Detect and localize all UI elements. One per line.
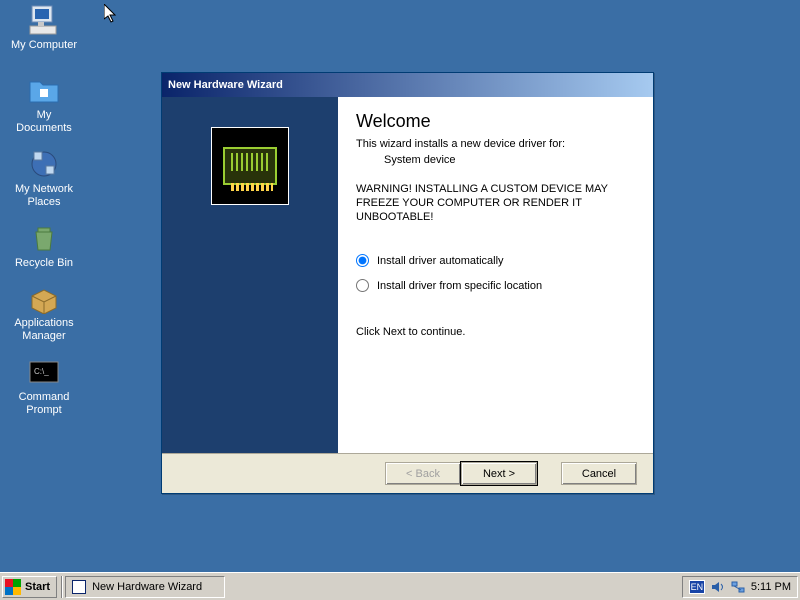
desktop-icon-network-places[interactable]: My Network Places bbox=[8, 148, 80, 209]
language-indicator[interactable]: EN bbox=[689, 580, 705, 594]
desktop: My Computer My Documents My Network Plac… bbox=[0, 0, 800, 572]
back-next-group: < Back Next > bbox=[385, 462, 537, 485]
desktop-icon-command-prompt[interactable]: C:\_ Command Prompt bbox=[8, 356, 80, 417]
continue-text: Click Next to continue. bbox=[356, 326, 629, 338]
wizard-main-panel: Welcome This wizard installs a new devic… bbox=[338, 97, 653, 453]
start-label: Start bbox=[25, 581, 50, 593]
computer-icon bbox=[28, 4, 60, 36]
radio-install-specific[interactable]: Install driver from specific location bbox=[356, 279, 629, 292]
desktop-icon-label: My Network Places bbox=[8, 183, 80, 209]
desktop-icon-my-documents[interactable]: My Documents bbox=[8, 74, 80, 135]
desktop-icon-label: Command Prompt bbox=[8, 391, 80, 417]
system-tray: EN 5:11 PM bbox=[682, 576, 798, 598]
network-icon bbox=[28, 148, 60, 180]
next-button[interactable]: Next > bbox=[461, 462, 537, 485]
cancel-button[interactable]: Cancel bbox=[561, 462, 637, 485]
wizard-description: This wizard installs a new device driver… bbox=[356, 138, 629, 150]
start-button[interactable]: Start bbox=[2, 576, 57, 598]
desktop-icon-recycle-bin[interactable]: Recycle Bin bbox=[8, 222, 80, 270]
radio-install-specific-label: Install driver from specific location bbox=[377, 280, 542, 292]
volume-icon[interactable] bbox=[711, 580, 725, 594]
wizard-side-panel bbox=[162, 97, 338, 453]
window-title: New Hardware Wizard bbox=[168, 79, 649, 91]
device-chip-icon bbox=[211, 127, 289, 205]
desktop-icon-label: My Computer bbox=[8, 39, 80, 52]
terminal-icon: C:\_ bbox=[28, 356, 60, 388]
wizard-heading: Welcome bbox=[356, 111, 629, 132]
recycle-bin-icon bbox=[28, 222, 60, 254]
wizard-button-row: < Back Next > Cancel bbox=[162, 453, 653, 493]
taskbar-separator bbox=[61, 576, 63, 598]
box-icon bbox=[28, 282, 60, 314]
taskbar-item-label: New Hardware Wizard bbox=[92, 581, 202, 593]
titlebar[interactable]: New Hardware Wizard bbox=[162, 73, 653, 97]
network-tray-icon[interactable] bbox=[731, 580, 745, 594]
wizard-content: Welcome This wizard installs a new devic… bbox=[162, 97, 653, 453]
clock[interactable]: 5:11 PM bbox=[751, 581, 791, 593]
windows-logo-icon bbox=[5, 579, 21, 595]
wizard-window: New Hardware Wizard Welcome This wizard … bbox=[161, 72, 654, 494]
wizard-warning: WARNING! INSTALLING A CUSTOM DEVICE MAY … bbox=[356, 182, 629, 224]
back-button[interactable]: < Back bbox=[385, 462, 461, 485]
desktop-icon-applications-manager[interactable]: Applications Manager bbox=[8, 282, 80, 343]
radio-install-auto[interactable]: Install driver automatically bbox=[356, 254, 629, 267]
svg-text:C:\_: C:\_ bbox=[34, 367, 49, 376]
radio-install-auto-label: Install driver automatically bbox=[377, 255, 504, 267]
folder-documents-icon bbox=[28, 74, 60, 106]
window-mini-icon bbox=[72, 580, 86, 594]
desktop-icon-label: My Documents bbox=[8, 109, 80, 135]
taskbar: Start New Hardware Wizard EN 5:11 PM bbox=[0, 572, 800, 600]
desktop-icon-my-computer[interactable]: My Computer bbox=[8, 4, 80, 52]
taskbar-item-wizard[interactable]: New Hardware Wizard bbox=[65, 576, 225, 598]
radio-install-auto-input[interactable] bbox=[356, 254, 369, 267]
desktop-icon-label: Applications Manager bbox=[8, 317, 80, 343]
desktop-icon-label: Recycle Bin bbox=[8, 257, 80, 270]
device-name: System device bbox=[384, 154, 629, 166]
radio-install-specific-input[interactable] bbox=[356, 279, 369, 292]
